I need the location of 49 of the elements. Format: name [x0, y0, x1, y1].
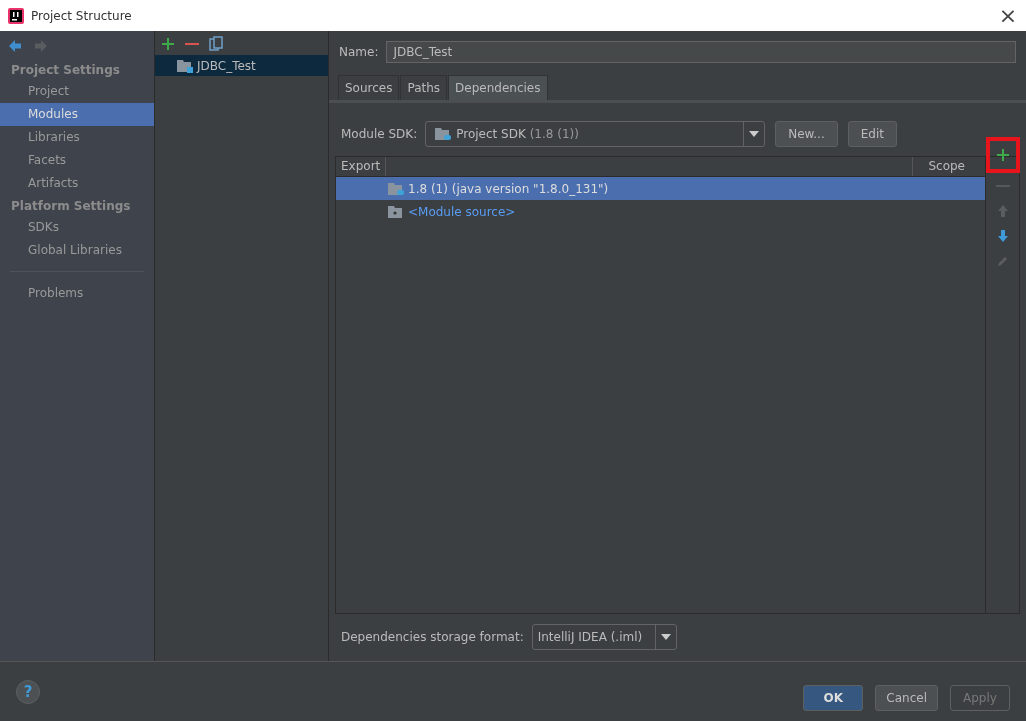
sidebar-item[interactable]: Modules — [0, 103, 154, 126]
module-sdk-label: Module SDK: — [341, 127, 418, 141]
section-heading: Project Settings — [10, 62, 121, 79]
storage-format-dropdown[interactable]: IntelliJ IDEA (.iml) — [531, 624, 678, 650]
add-tool-button[interactable] — [985, 137, 1020, 173]
dropdown-arrow-icon — [661, 634, 672, 640]
module-name: JDBC_Test — [197, 58, 256, 73]
column-header: Export — [336, 157, 386, 176]
tab[interactable]: Sources — [338, 75, 400, 100]
folder-icon — [388, 204, 404, 219]
name-label: Name: — [339, 45, 379, 59]
up-arrow-icon — [996, 203, 1009, 218]
module-item[interactable]: JDBC_Test — [155, 55, 328, 76]
copy-icon[interactable] — [209, 36, 223, 51]
app-icon — [8, 7, 24, 24]
sidebar-item[interactable]: Facets — [0, 149, 154, 172]
pencil-icon — [996, 254, 1009, 267]
tab[interactable]: Paths — [400, 75, 448, 100]
sidebar-item[interactable]: Libraries — [0, 126, 154, 149]
sidebar-item[interactable]: Problems — [0, 282, 154, 305]
name-field[interactable]: JDBC_Test — [386, 41, 1016, 63]
sidebar-item[interactable]: Project — [0, 80, 154, 103]
storage-format-label: Dependencies storage format: — [341, 630, 524, 644]
close-button[interactable]: × — [990, 0, 1026, 31]
sidebar-item[interactable]: Global Libraries — [0, 239, 154, 262]
dialog-button[interactable]: Cancel — [875, 684, 938, 711]
tab[interactable]: Dependencies — [448, 75, 548, 100]
dependency-row[interactable]: <Module source> — [336, 200, 985, 223]
sidebar-item[interactable]: SDKs — [0, 216, 154, 239]
module-folder-icon — [177, 58, 193, 73]
help-button[interactable]: ? — [16, 679, 40, 704]
forward-arrow-icon[interactable] — [34, 39, 48, 53]
dependency-row[interactable]: 1.8 (1) (java version "1.8.0_131") — [336, 177, 985, 200]
dialog-button[interactable]: OK — [803, 684, 864, 711]
sidebar-item[interactable]: Artifacts — [0, 172, 154, 195]
sdk-folder-icon — [388, 181, 404, 196]
sdk-button[interactable]: New... — [775, 121, 838, 147]
add-icon[interactable] — [161, 36, 175, 51]
sdk-button[interactable]: Edit — [847, 121, 897, 147]
down-arrow-icon — [996, 228, 1009, 243]
sdk-folder-icon — [435, 127, 452, 141]
add-icon — [995, 148, 1010, 162]
sdk-dropdown[interactable]: Project SDK (1.8 (1)) — [425, 121, 766, 147]
window-title: Project Structure — [31, 8, 133, 23]
column-header: Scope — [927, 158, 966, 175]
dropdown-arrow-icon — [749, 131, 760, 137]
section-heading: Platform Settings — [10, 198, 132, 215]
back-arrow-icon[interactable] — [8, 39, 22, 53]
remove-icon[interactable] — [185, 42, 199, 45]
